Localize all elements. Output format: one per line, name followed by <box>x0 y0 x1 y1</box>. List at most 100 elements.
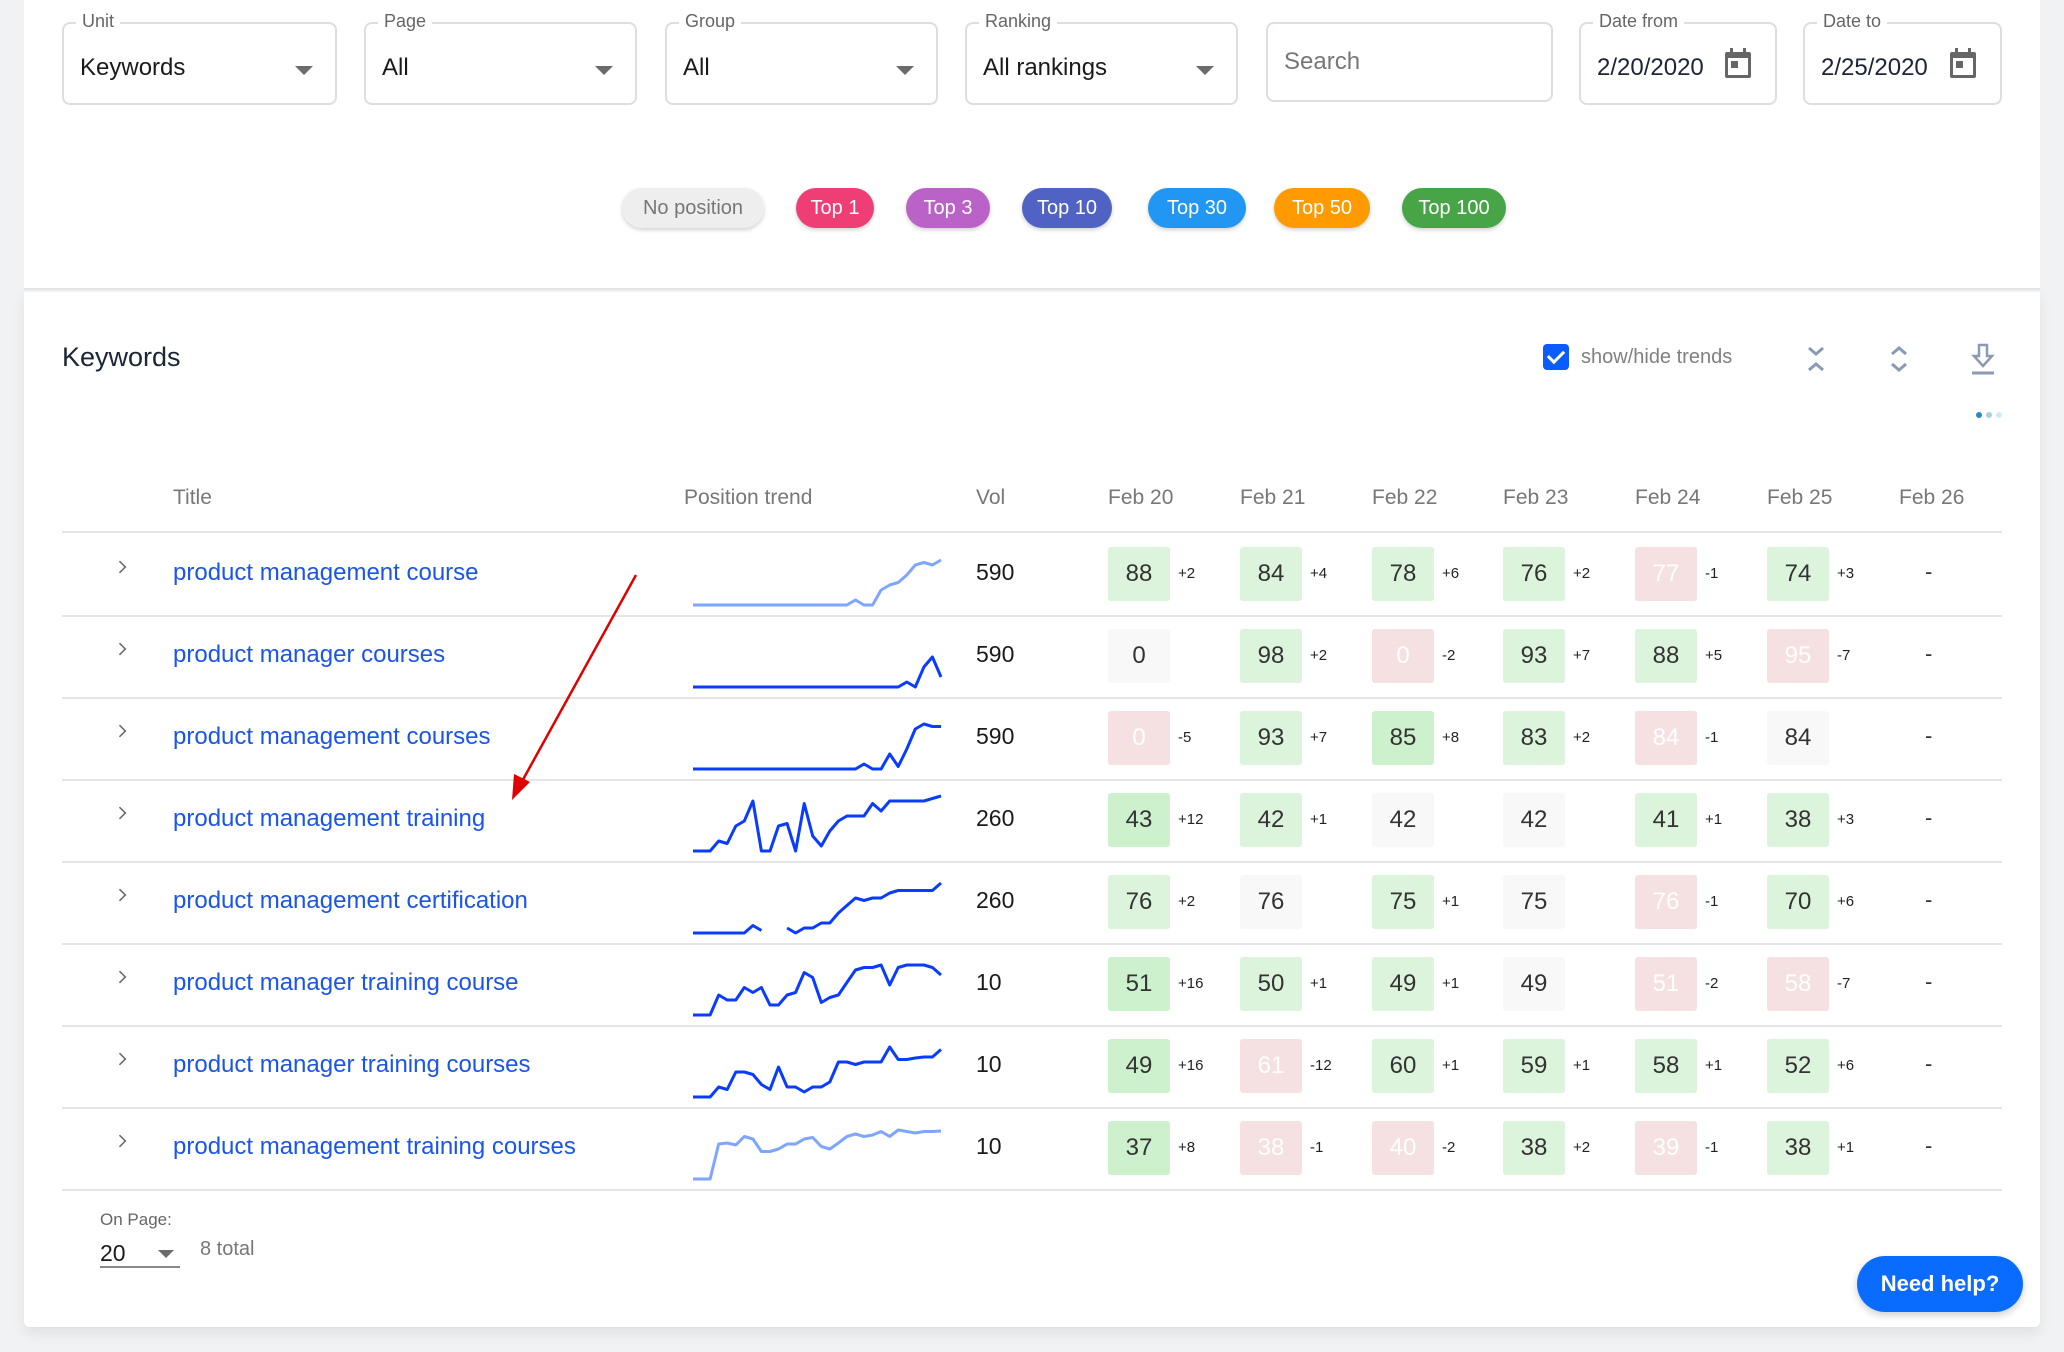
search-field <box>1266 22 1553 102</box>
position-badge: 59 <box>1503 1039 1565 1093</box>
collapse-all-icon[interactable] <box>1801 342 1831 376</box>
table-header: Title Position trend Vol Feb 20 Feb 21 F… <box>62 468 2002 533</box>
sparkline-path <box>693 722 941 771</box>
position-change: +2 <box>1573 565 1591 582</box>
position-change: +2 <box>1573 1139 1591 1156</box>
keyword-link[interactable]: product manager training courses <box>173 1051 531 1079</box>
header-date[interactable]: Feb 23 <box>1503 486 1568 510</box>
legend-chip-no-position[interactable]: No position <box>622 188 764 228</box>
position-change: -1 <box>1705 893 1719 910</box>
group-select[interactable]: Group All <box>665 11 938 105</box>
table-row: product management certification 260 76 +2 7… <box>62 863 2002 945</box>
calendar-icon[interactable] <box>1950 48 1976 78</box>
position-change: -2 <box>1442 647 1456 664</box>
position-badge: 58 <box>1767 957 1829 1011</box>
search-volume: 260 <box>976 805 1015 831</box>
position-badge: 38 <box>1767 1121 1829 1175</box>
search-volume: 590 <box>976 723 1015 749</box>
expand-row-chevron-icon[interactable] <box>113 1134 127 1148</box>
legend-chip-top-30[interactable]: Top 30 <box>1148 188 1246 228</box>
header-date[interactable]: Feb 26 <box>1899 486 1964 510</box>
position-badge: 88 <box>1108 547 1170 601</box>
expand-row-chevron-icon[interactable] <box>113 806 127 820</box>
position-change: +6 <box>1837 1057 1855 1074</box>
position-badge: 41 <box>1635 793 1697 847</box>
keyword-link[interactable]: product management certification <box>173 887 528 915</box>
position-change: +4 <box>1310 565 1328 582</box>
legend-chip-top-50[interactable]: Top 50 <box>1274 188 1370 228</box>
sparkline-path <box>693 924 763 935</box>
keyword-link[interactable]: product management training courses <box>173 1133 576 1161</box>
expand-all-icon[interactable] <box>1884 342 1914 376</box>
page-label: Page <box>378 11 433 32</box>
header-date[interactable]: Feb 22 <box>1372 486 1437 510</box>
header-date[interactable]: Feb 25 <box>1767 486 1832 510</box>
expand-row-chevron-icon[interactable] <box>113 970 127 984</box>
position-change: +7 <box>1573 647 1591 664</box>
search-input[interactable] <box>1268 24 1551 100</box>
position-badge: 93 <box>1240 711 1302 765</box>
legend-chip-top-100[interactable]: Top 100 <box>1402 188 1506 228</box>
position-badge: 39 <box>1635 1121 1697 1175</box>
expand-row-chevron-icon[interactable] <box>113 1052 127 1066</box>
sparkline-path <box>693 558 942 607</box>
position-change: +2 <box>1573 729 1591 746</box>
unit-select[interactable]: Unit Keywords <box>62 11 337 105</box>
keyword-link[interactable]: product management courses <box>173 723 491 751</box>
legend-chip-top-3[interactable]: Top 3 <box>906 188 990 228</box>
position-change: +5 <box>1705 647 1723 664</box>
header-date[interactable]: Feb 24 <box>1635 486 1700 510</box>
keyword-link[interactable]: product management course <box>173 559 479 587</box>
expand-row-chevron-icon[interactable] <box>113 560 127 574</box>
need-help-button[interactable]: Need help? <box>1857 1256 2023 1312</box>
position-change: +1 <box>1442 1057 1460 1074</box>
header-date[interactable]: Feb 20 <box>1108 486 1173 510</box>
ranking-label: Ranking <box>979 11 1058 32</box>
position-trend-sparkline <box>693 722 941 771</box>
position-change: +1 <box>1310 975 1328 992</box>
search-volume: 10 <box>976 1133 1002 1159</box>
date-to-field[interactable]: Date to 2/25/2020 <box>1803 11 2002 105</box>
position-change: +1 <box>1573 1057 1591 1074</box>
position-change: -1 <box>1310 1139 1324 1156</box>
position-change: -12 <box>1310 1057 1332 1074</box>
expand-row-chevron-icon[interactable] <box>113 642 127 656</box>
expand-row-chevron-icon[interactable] <box>113 888 127 902</box>
expand-row-chevron-icon[interactable] <box>113 724 127 738</box>
table-row: product management courses 590 0 -5 93 +7 85 +8… <box>62 699 2002 781</box>
calendar-icon[interactable] <box>1725 48 1751 78</box>
position-change: +7 <box>1310 729 1328 746</box>
table-row: product manager training courses 10 49 +16 6… <box>62 1027 2002 1109</box>
download-icon[interactable] <box>1968 342 1998 376</box>
no-data-dash: - <box>1925 641 1933 666</box>
position-badge: 84 <box>1767 711 1829 765</box>
date-from-field[interactable]: Date from 2/20/2020 <box>1579 11 1777 105</box>
position-badge: 75 <box>1372 875 1434 929</box>
keyword-link[interactable]: product manager courses <box>173 641 445 669</box>
position-badge: 0 <box>1108 629 1170 683</box>
position-change: +8 <box>1178 1139 1196 1156</box>
header-vol[interactable]: Vol <box>976 486 1005 510</box>
position-badge: 50 <box>1240 957 1302 1011</box>
position-badge: 76 <box>1503 547 1565 601</box>
page-value: All <box>382 54 409 81</box>
position-badge: 58 <box>1635 1039 1697 1093</box>
show-trends-checkbox[interactable] <box>1543 344 1569 370</box>
legend-chip-top-10[interactable]: Top 10 <box>1022 188 1112 228</box>
ranking-select[interactable]: Ranking All rankings <box>965 11 1238 105</box>
position-badge: 38 <box>1503 1121 1565 1175</box>
position-badge: 42 <box>1503 793 1565 847</box>
show-trends-toggle[interactable]: show/hide trends <box>1543 344 1732 370</box>
keyword-link[interactable]: product management training <box>173 805 485 833</box>
header-date[interactable]: Feb 21 <box>1240 486 1305 510</box>
page-select[interactable]: Page All <box>364 11 637 105</box>
position-change: +1 <box>1442 975 1460 992</box>
per-page-select[interactable]: 20 <box>100 1234 180 1268</box>
keyword-link[interactable]: product manager training course <box>173 969 519 997</box>
position-trend-sparkline <box>693 655 943 689</box>
legend-chip-top-1[interactable]: Top 1 <box>796 188 874 228</box>
sparkline-path <box>786 881 942 935</box>
position-change: -7 <box>1837 975 1851 992</box>
header-title[interactable]: Title <box>173 486 212 510</box>
ranking-value: All rankings <box>983 54 1108 81</box>
